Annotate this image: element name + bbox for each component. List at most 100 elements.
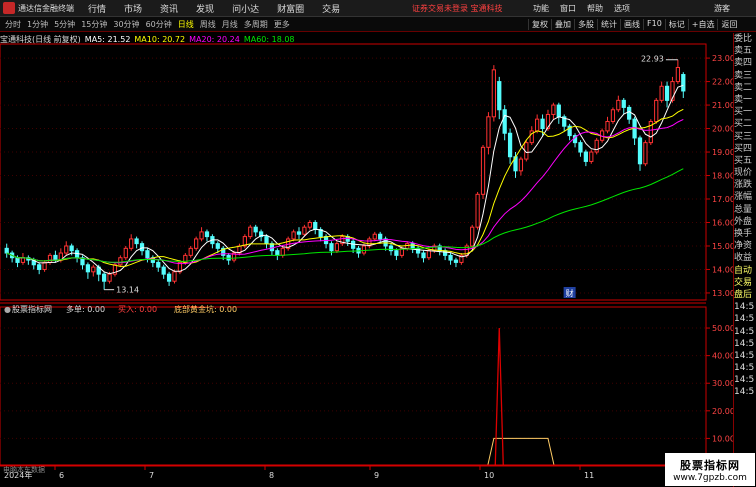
candle-body [475, 193, 480, 228]
quote-label: 14:5 [734, 350, 755, 361]
candle-body [480, 146, 486, 195]
candle-body [172, 271, 177, 282]
y-tick-label: 20.00 [712, 125, 733, 134]
candle-body [491, 69, 496, 118]
indicator-gold: 底部黄金坑: 0.00 [174, 304, 237, 314]
candle-body [64, 245, 69, 254]
quote-label: 换手 [734, 229, 753, 239]
indicator-tick-label: 20.00 [712, 407, 733, 416]
high-label: 22.93 [641, 55, 664, 64]
candle-body [621, 99, 626, 108]
quote-label: 买四 [734, 143, 753, 154]
y-tick-label: 13.00 [712, 289, 733, 298]
candle-body [329, 243, 334, 252]
watermark-title: 股票指标网 [680, 458, 740, 472]
y-tick-label: 17.00 [712, 195, 733, 204]
candle-body [681, 74, 686, 92]
candle-body [535, 118, 540, 132]
low-label: 13.14 [116, 286, 139, 295]
candle-body [361, 245, 367, 254]
indicator-tick-label: 30.00 [712, 379, 733, 388]
candle-body [145, 250, 150, 259]
quote-label: 买一 [734, 107, 753, 118]
quote-label: 涨跌 [734, 180, 753, 191]
candle-body [85, 264, 91, 273]
y-tick-label: 15.00 [712, 242, 733, 251]
quote-label: 卖五 [734, 46, 753, 57]
finance-mark-label: 财 [566, 288, 574, 298]
quote-label: 交易 [734, 277, 753, 288]
quote-label: 买三 [734, 131, 753, 142]
indicator-tick-label: 50.00 [712, 324, 733, 333]
candle-body [107, 273, 112, 282]
candle-body [426, 250, 432, 259]
quote-label: 14:5 [734, 302, 755, 313]
candle-body [253, 226, 258, 233]
app-window: 通达信金融终端 行情 市场 资讯 发现 问小达 财富圈 交易 证券交易未登录 宝… [0, 0, 756, 487]
y-tick-label: 23.00 [712, 54, 733, 63]
candle-body [53, 254, 58, 261]
candle-body [275, 250, 280, 256]
candle-body [156, 261, 161, 268]
candle-body [20, 257, 26, 263]
x-tick-label: 9 [374, 471, 379, 480]
candle-body [15, 257, 20, 263]
candle-body [42, 261, 47, 270]
candle-body [334, 243, 340, 252]
candle-body [69, 245, 74, 252]
quote-label: 14:5 [734, 387, 755, 398]
candle-body [540, 118, 545, 130]
x-tick-label: 11 [584, 471, 594, 480]
quote-label: 卖四 [734, 58, 753, 69]
candle-body [643, 142, 648, 165]
candle-body [556, 104, 561, 118]
candle-body [388, 245, 394, 252]
quote-label: 外盘 [734, 216, 753, 227]
quote-label: 收益 [734, 253, 753, 264]
candle-body [199, 231, 204, 240]
candle-body [37, 264, 42, 270]
candle-body [123, 247, 128, 259]
indicator-title: 股票指标网 [12, 304, 52, 314]
candle-body [188, 247, 193, 256]
data-source-label: 电脑本车数据 [3, 466, 45, 474]
quote-label: 14:5 [734, 338, 755, 349]
y-tick-label: 16.00 [712, 218, 733, 227]
candle-body [102, 273, 107, 282]
quote-label: 14:5 [734, 314, 755, 325]
candle-body [659, 85, 664, 101]
candle-body [486, 116, 491, 148]
candle-body [518, 158, 524, 172]
quote-label: 买五 [734, 155, 753, 166]
gold-pit-line [0, 437, 706, 466]
candle-body [551, 104, 556, 115]
candle-body [118, 257, 123, 266]
kline-chart[interactable]: 23.00 22.00 21.00 20.00 19.00 18.00 17.00 16.00… [0, 0, 733, 487]
candle-body [194, 238, 199, 249]
candle-body [161, 266, 166, 275]
candle-body [4, 247, 9, 254]
candle-body [507, 132, 513, 158]
candle-body [421, 252, 426, 259]
candle-body [410, 243, 415, 249]
candle-body [372, 233, 377, 240]
candle-body [280, 247, 285, 256]
candle-body [637, 137, 643, 165]
candle-body [605, 121, 610, 132]
y-tick-label: 21.00 [712, 101, 733, 110]
candle-body [248, 226, 253, 238]
candle-body [307, 221, 312, 228]
candle-body [264, 236, 269, 245]
candle-body [589, 151, 594, 162]
indicator-icon: ● [4, 305, 11, 314]
candle-body [627, 106, 632, 120]
candle-body [497, 81, 502, 111]
indicator-frame [0, 306, 707, 467]
candle-body [583, 151, 588, 162]
quote-label: 14:5 [734, 375, 755, 386]
candle-body [74, 250, 80, 259]
quote-label: 盘后 [734, 289, 753, 300]
candle-body [610, 109, 616, 123]
quote-label: 买二 [734, 119, 753, 130]
candle-body [166, 273, 172, 282]
